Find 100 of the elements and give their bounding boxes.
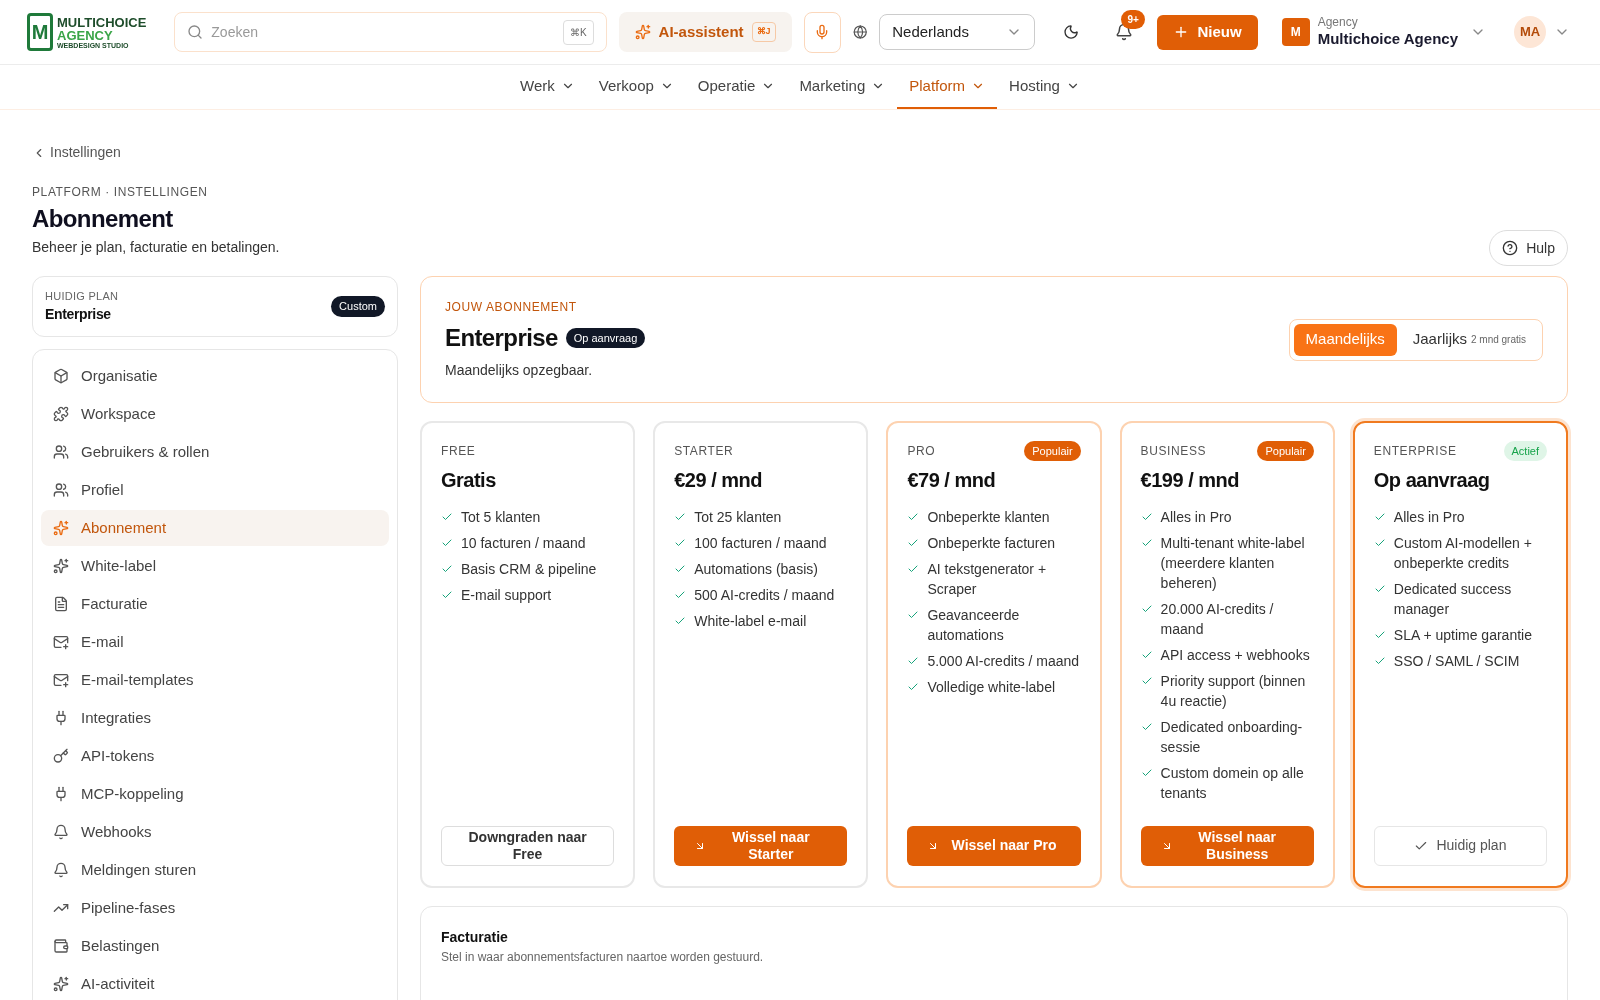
current-plan-label: HUIDIG PLAN: [45, 288, 119, 304]
sparkle-icon: [53, 976, 69, 992]
check-icon: [907, 681, 920, 693]
nav-tab[interactable]: Verkoop: [586, 65, 686, 109]
bell-icon: [53, 862, 69, 878]
sidebar-item[interactable]: MCP-koppeling: [41, 776, 389, 812]
sidebar-item[interactable]: Facturatie: [41, 586, 389, 622]
nav-tab[interactable]: Hosting: [997, 65, 1092, 109]
check-icon: [1373, 583, 1386, 595]
logo-text: MULTICHOICE: [57, 15, 147, 29]
dark-mode-icon[interactable]: [1063, 23, 1080, 41]
check-icon: [1373, 537, 1386, 549]
billing-title: Facturatie: [441, 928, 509, 947]
notification-bell-icon[interactable]: [1115, 23, 1134, 41]
globe-icon[interactable]: [852, 24, 868, 40]
sidebar-item[interactable]: Abonnement: [41, 510, 389, 546]
check-icon: [1140, 511, 1153, 523]
check-icon: [907, 609, 920, 621]
plan-badge: Populair: [1024, 440, 1081, 462]
sidebar-item[interactable]: E-mail-templates: [41, 662, 389, 698]
subscription-name: Enterprise: [445, 323, 558, 353]
billing-option[interactable]: Jaarlijks 2 mnd gratis: [1400, 323, 1538, 356]
plan-badge: Populair: [1257, 440, 1314, 462]
plan-feature: Volledige white-label: [927, 678, 1056, 697]
account-label: Agency: [1317, 15, 1359, 31]
account-switcher[interactable]: M Agency Multichoice Agency: [1281, 15, 1486, 49]
plan-price: €199 / mnd: [1140, 468, 1240, 493]
language-select[interactable]: Nederlands: [879, 14, 1036, 50]
puzzle-icon: [53, 406, 69, 422]
plan-tier-label: PRO: [907, 443, 936, 460]
plan-price: Gratis: [441, 468, 497, 493]
switch-plan-button[interactable]: Wissel naar Business: [1140, 826, 1314, 866]
plan-feature: 100 facturen / maand: [694, 534, 827, 553]
check-icon: [674, 511, 687, 523]
check-icon: [441, 537, 453, 549]
current-plan-button[interactable]: Huidig plan: [1373, 826, 1547, 866]
plan-feature: AI tekstgenerator + Scraper: [927, 560, 1048, 599]
check-icon: [1140, 537, 1153, 549]
sidebar-item[interactable]: Belastingen: [41, 928, 389, 964]
check-icon: [674, 615, 687, 627]
check-icon: [1140, 721, 1153, 733]
mail-icon: [53, 672, 69, 688]
page-title: Abonnement: [32, 204, 174, 234]
sidebar-item[interactable]: Gebruikers & rollen: [41, 434, 389, 470]
search-icon: [187, 24, 204, 40]
sidebar-item[interactable]: Profiel: [41, 472, 389, 508]
sidebar-item[interactable]: E-mail: [41, 624, 389, 660]
plan-feature: 20.000 AI-credits / maand: [1160, 600, 1275, 639]
document-icon: [53, 596, 69, 612]
switch-plan-button[interactable]: Wissel naar Starter: [674, 826, 848, 866]
user-menu[interactable]: MA: [1514, 16, 1570, 48]
check-icon: [907, 511, 920, 523]
plan-feature: Dedicated success manager: [1393, 580, 1513, 619]
check-icon: [1373, 511, 1386, 523]
nav-tab[interactable]: Platform: [897, 65, 998, 109]
back-link[interactable]: Instellingen: [32, 142, 1568, 163]
check-icon: [674, 537, 687, 549]
sidebar-item[interactable]: API-tokens: [41, 738, 389, 774]
sidebar-item[interactable]: Organisatie: [41, 358, 389, 394]
nav-tab[interactable]: Werk: [508, 65, 587, 109]
sidebar-item[interactable]: Webhooks: [41, 814, 389, 850]
users-icon: [53, 444, 69, 460]
nav-tab[interactable]: Operatie: [685, 65, 788, 109]
search-field[interactable]: Zoeken ⌘K: [174, 12, 607, 52]
downgrade-button[interactable]: Downgraden naar Free: [441, 826, 615, 866]
plan-feature: Alles in Pro: [1160, 508, 1232, 527]
plan-tier-label: BUSINESS: [1140, 443, 1207, 460]
plan-feature: 500 AI-credits / maand: [694, 586, 835, 605]
plan-price: Op aanvraag: [1373, 468, 1491, 493]
nav-tab[interactable]: Marketing: [787, 65, 898, 109]
page-subtitle: Beheer je plan, facturatie en betalingen.: [32, 238, 280, 257]
plug-icon: [53, 710, 69, 726]
ai-assistant-button[interactable]: AI-assistent ⌘J: [618, 12, 792, 52]
plan-feature: White-label e-mail: [694, 612, 807, 631]
subscription-eyebrow: JOUW ABONNEMENT: [445, 299, 578, 316]
sidebar-item[interactable]: Workspace: [41, 396, 389, 432]
account-name: Multichoice Agency: [1317, 30, 1458, 49]
sidebar-item[interactable]: Integraties: [41, 700, 389, 736]
sidebar-item[interactable]: Pipeline-fases: [41, 890, 389, 926]
plan-feature: Geavanceerde automations: [927, 606, 1021, 645]
search-input[interactable]: Zoeken: [211, 21, 555, 43]
plan-feature: 10 facturen / maand: [461, 534, 586, 553]
sidebar-item[interactable]: White-label: [41, 548, 389, 584]
key-icon: [53, 748, 69, 764]
check-icon: [907, 563, 920, 575]
sparkle-icon: [53, 520, 69, 536]
plan-price: €79 / mnd: [907, 468, 997, 493]
switch-plan-button[interactable]: Wissel naar Pro: [907, 826, 1081, 866]
check-icon: [1140, 675, 1153, 687]
plan-tier-label: ENTERPRISE: [1373, 443, 1457, 460]
notification-badge: 9+: [1121, 10, 1145, 29]
new-button[interactable]: Nieuw: [1157, 14, 1258, 50]
sidebar-item[interactable]: Meldingen sturen: [41, 852, 389, 888]
plan-feature: Alles in Pro: [1393, 508, 1465, 527]
plan-tier-label: FREE: [441, 443, 476, 460]
plan-badge: Op aanvraag: [565, 327, 646, 349]
check-icon: [441, 589, 453, 601]
sidebar-item[interactable]: AI-activiteit: [41, 966, 389, 1000]
plan-badge: Custom: [331, 296, 385, 317]
check-icon: [1140, 767, 1153, 779]
